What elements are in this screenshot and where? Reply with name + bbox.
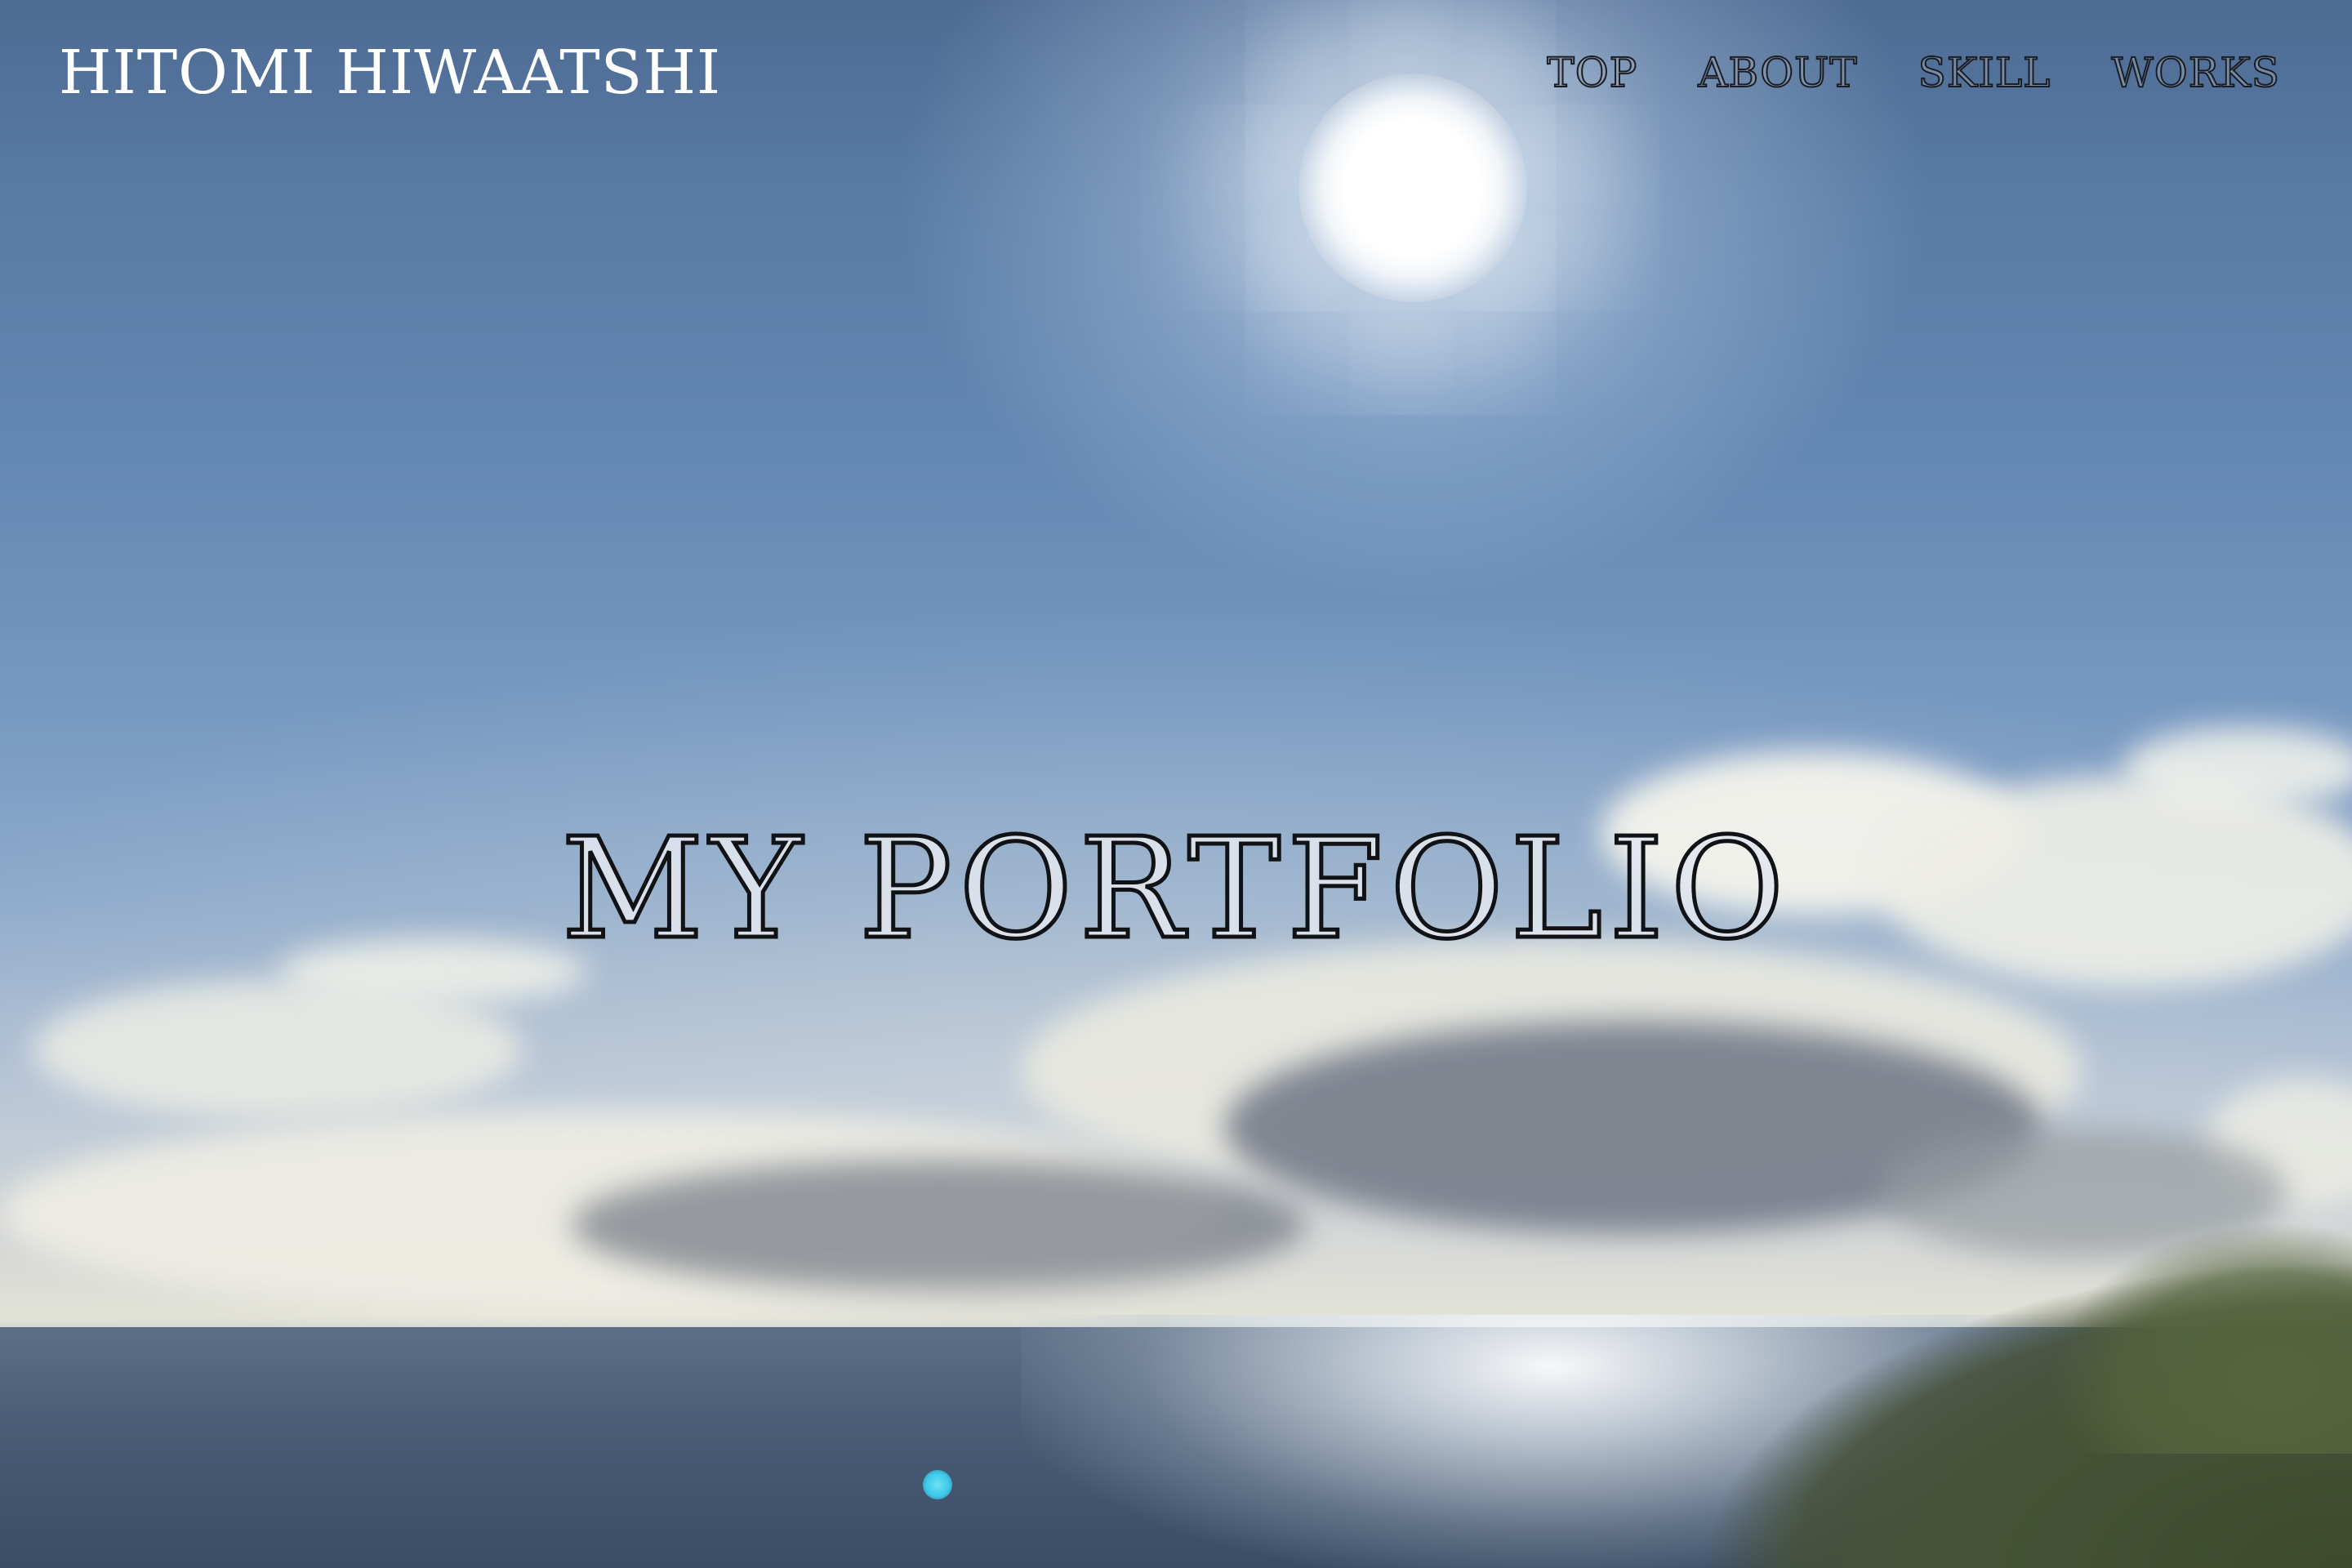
hero-background-image	[0, 0, 2352, 1568]
site-brand[interactable]: HITOMI HIWAATSHI	[59, 38, 721, 108]
hero-title: MY PORTFOLIO	[559, 807, 1791, 973]
sun-glow	[1298, 74, 1527, 302]
nav-works-link[interactable]: WORKS	[2110, 48, 2280, 97]
nav-top-link[interactable]: TOP	[1546, 48, 1637, 97]
nav-about-link[interactable]: ABOUT	[1697, 48, 1857, 97]
shrubs	[1960, 1209, 2352, 1454]
cloud	[2123, 727, 2352, 808]
nav-skill-link[interactable]: SKILL	[1918, 48, 2051, 97]
cloud-shadow	[572, 1160, 1307, 1290]
lens-flare	[923, 1470, 952, 1499]
main-nav: TOP ABOUT SKILL WORKS	[1546, 48, 2280, 97]
